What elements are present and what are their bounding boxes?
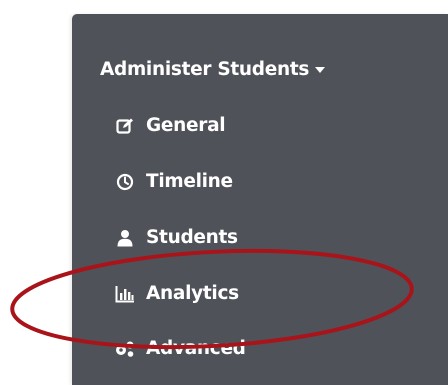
menu-item-advanced[interactable]: Advanced	[114, 338, 246, 359]
admin-sidebar-panel: Administer Students General Timeline Stu…	[72, 14, 448, 385]
menu-item-analytics[interactable]: Analytics	[114, 283, 239, 304]
cogs-icon	[114, 339, 136, 359]
menu-item-label: Analytics	[146, 283, 239, 304]
menu-item-label: Students	[146, 227, 238, 248]
menu-item-label: General	[146, 115, 226, 136]
administer-students-dropdown[interactable]: Administer Students	[100, 59, 326, 80]
caret-down-icon	[315, 66, 326, 73]
clock-icon	[114, 172, 136, 192]
menu-item-label: Timeline	[146, 171, 233, 192]
edit-icon	[114, 116, 136, 136]
user-icon	[114, 228, 136, 248]
bar-chart-icon	[114, 284, 136, 304]
menu-item-general[interactable]: General	[114, 115, 226, 136]
menu-item-label: Advanced	[146, 338, 246, 359]
menu-title-label: Administer Students	[100, 59, 310, 80]
menu-item-timeline[interactable]: Timeline	[114, 171, 233, 192]
menu-item-students[interactable]: Students	[114, 227, 238, 248]
